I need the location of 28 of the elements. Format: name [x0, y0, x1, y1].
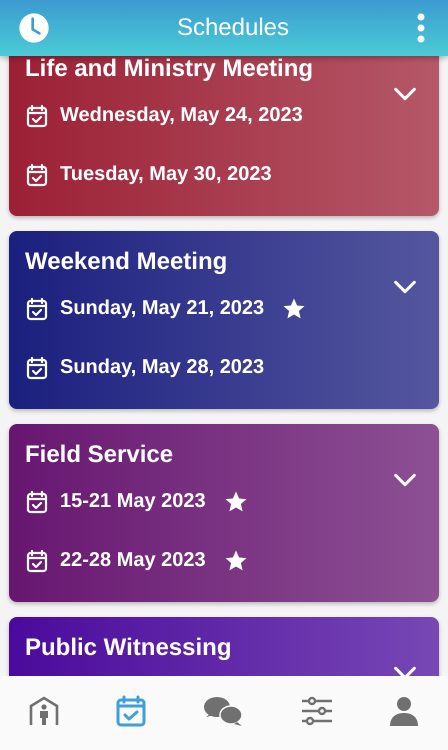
date-text: Sunday, May 28, 2023 — [60, 356, 264, 379]
schedule-card[interactable]: Life and Ministry Meeting Wednesday, May 24, 2023 Tuesday, May 30, 2023 — [9, 56, 439, 216]
chat-bubbles-icon[interactable] — [202, 695, 245, 727]
calendar-check-icon — [25, 296, 49, 320]
schedule-card[interactable]: Public Witnessing — [9, 617, 439, 676]
card-title: Weekend Meeting — [25, 248, 228, 276]
sliders-icon[interactable] — [300, 695, 333, 727]
calendar-check-icon — [25, 548, 49, 572]
date-text: 15-21 May 2023 — [60, 490, 206, 513]
calendar-check-icon — [25, 162, 49, 186]
calendar-check-icon — [25, 356, 49, 380]
schedule-card[interactable]: Field Service 15-21 May 2023 22-28 May 2023 — [9, 424, 439, 602]
date-text: Tuesday, May 30, 2023 — [60, 163, 272, 186]
schedule-card[interactable]: Weekend Meeting Sunday, May 21, 2023 Sunday, May 28, 2023 — [9, 231, 439, 409]
calendar-check-icon — [25, 490, 49, 514]
screen-title: Schedules — [176, 14, 290, 42]
date-text: Wednesday, May 24, 2023 — [60, 104, 303, 127]
card-title: Life and Ministry Meeting — [25, 56, 314, 83]
date-text: Sunday, May 21, 2023 — [60, 297, 264, 320]
date-text: 22-28 May 2023 — [60, 549, 206, 572]
person-icon[interactable] — [388, 695, 420, 727]
card-title: Field Service — [25, 441, 174, 469]
clock-icon[interactable] — [18, 12, 50, 44]
calendar-check-icon[interactable] — [115, 695, 148, 727]
more-icon[interactable] — [416, 13, 426, 43]
calendar-check-icon — [25, 104, 49, 128]
house-person-icon[interactable] — [28, 695, 60, 727]
card-title: Public Witnessing — [25, 634, 232, 662]
